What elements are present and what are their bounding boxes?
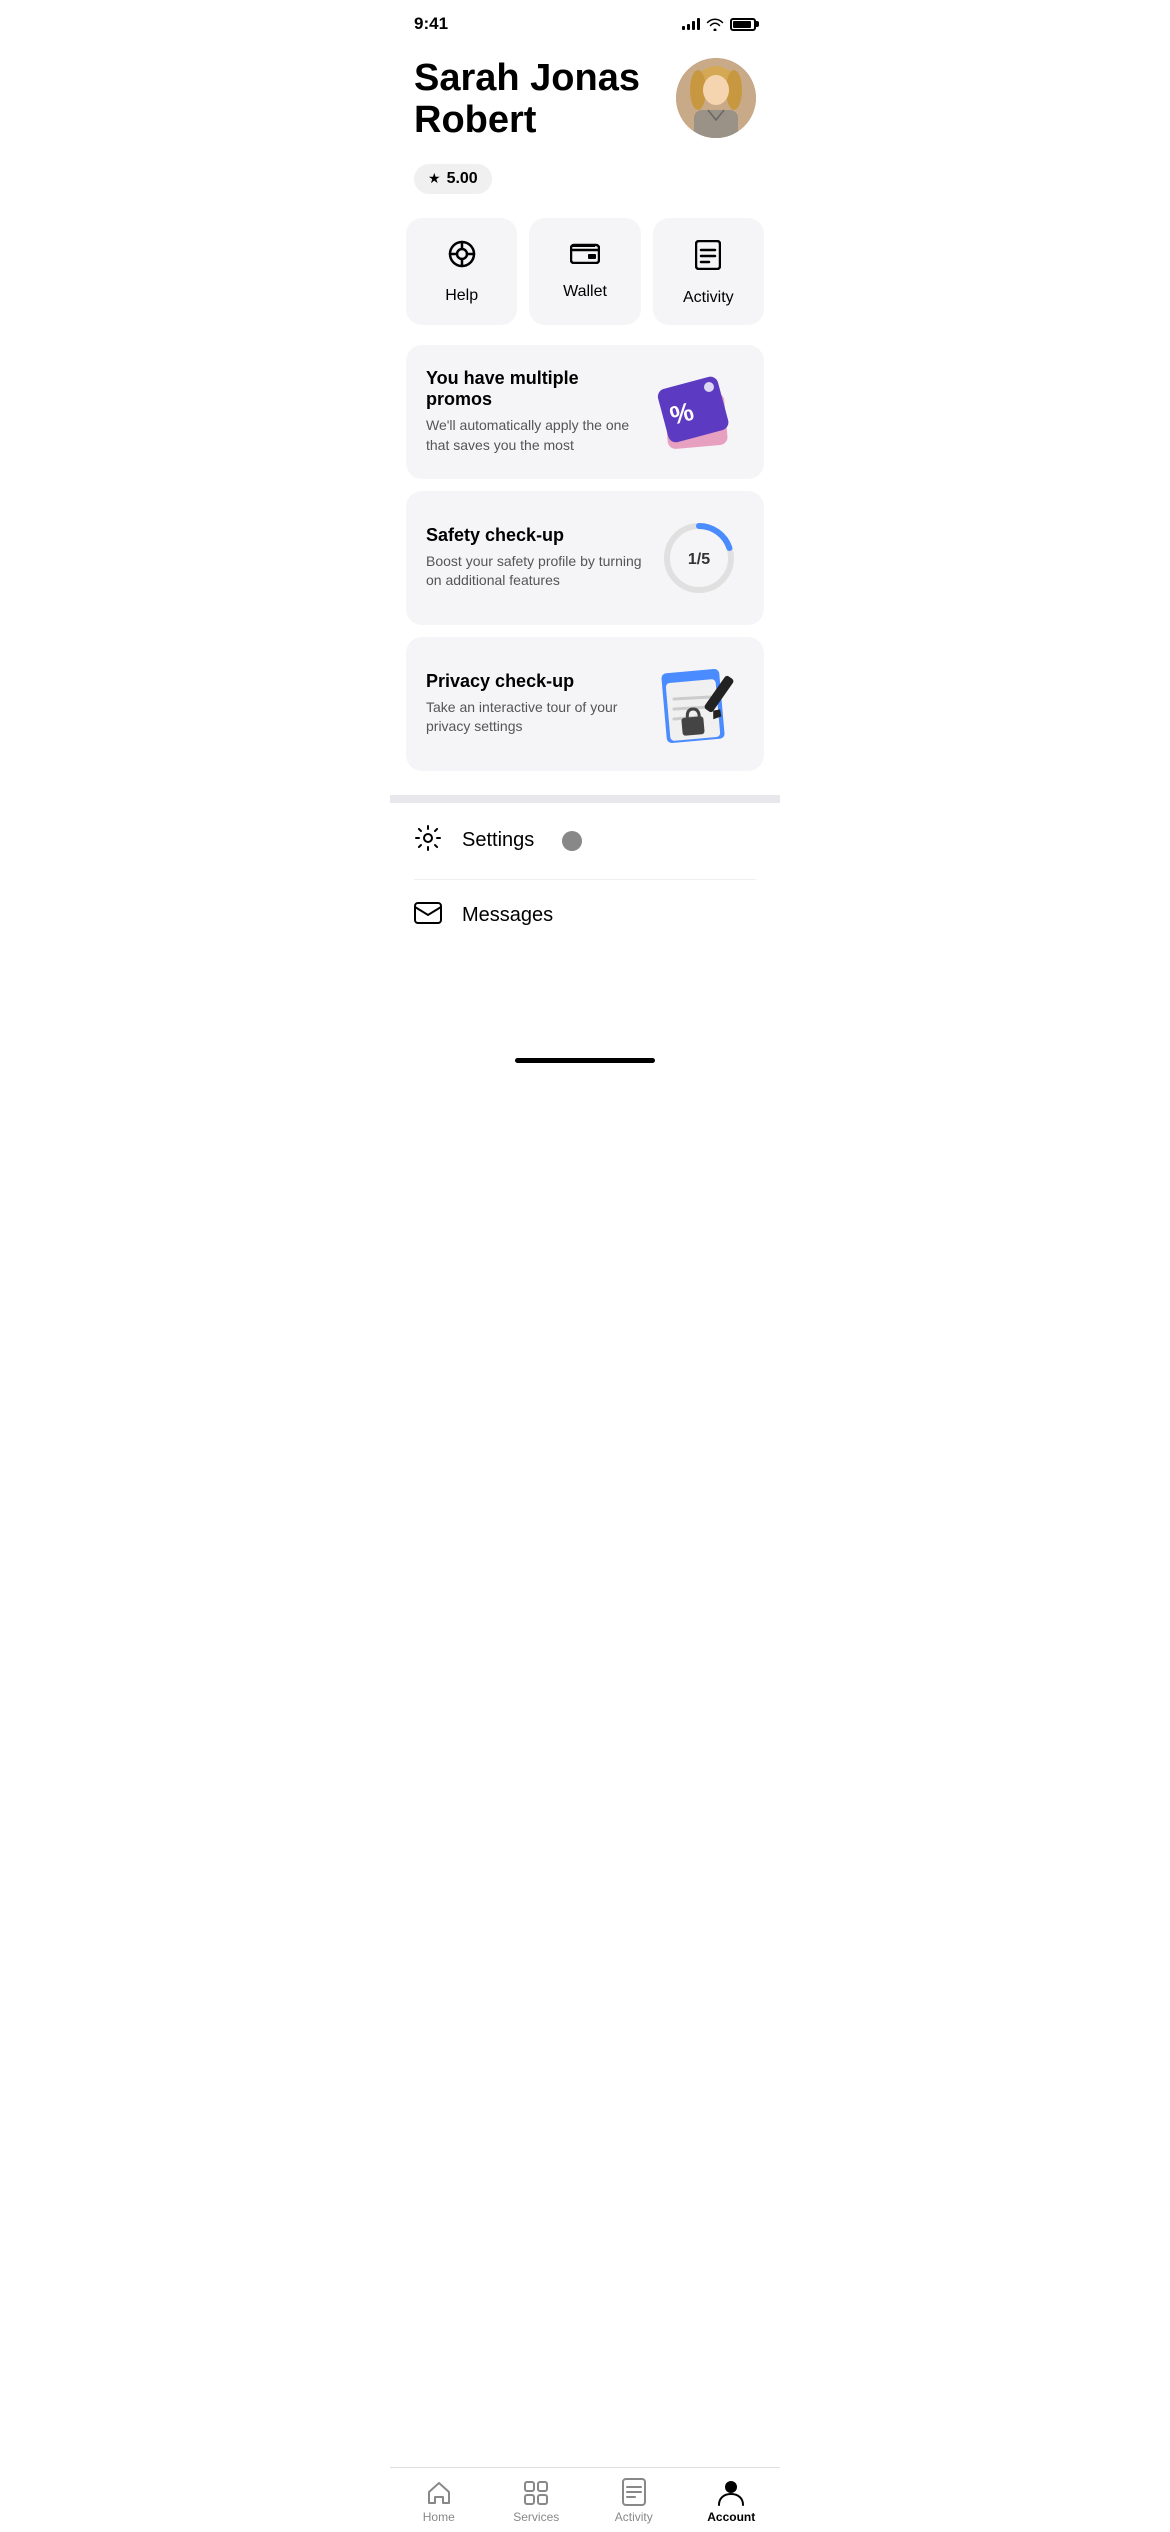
settings-menu-item[interactable]: Settings: [414, 803, 756, 880]
wallet-icon: [570, 240, 600, 271]
settings-badge: [562, 831, 582, 851]
home-icon: [426, 2480, 452, 2506]
quick-actions-grid: Help Wallet Activity: [390, 218, 780, 345]
nav-services[interactable]: Services: [501, 2480, 571, 2524]
safety-illustration: 1/5: [654, 513, 744, 603]
help-label: Help: [445, 287, 478, 305]
privacy-card[interactable]: Privacy check-up Take an interactive tou…: [406, 637, 764, 771]
nav-activity-label: Activity: [615, 2510, 653, 2524]
promos-card-subtitle: We'll automatically apply the one that s…: [426, 416, 642, 455]
rating-star-icon: ★: [428, 170, 441, 187]
battery-icon: [730, 18, 756, 31]
rating-badge: ★ 5.00: [414, 164, 492, 194]
messages-label: Messages: [462, 904, 553, 927]
help-icon: [448, 240, 476, 275]
status-icons: [682, 17, 756, 31]
profile-name: Sarah Jonas Robert: [414, 58, 674, 142]
safety-card-subtitle: Boost your safety profile by turning on …: [426, 552, 642, 591]
bottom-nav: Home Services Activity Account: [390, 2467, 780, 2532]
status-bar: 9:41: [390, 0, 780, 42]
avatar-image: [676, 58, 756, 138]
grid-icon: [523, 2480, 549, 2506]
privacy-illustration: [654, 659, 744, 749]
status-time: 9:41: [414, 14, 448, 34]
safety-card-title: Safety check-up: [426, 525, 642, 546]
menu-section: Settings Messages: [390, 803, 780, 952]
person-icon: [718, 2478, 744, 2506]
settings-label: Settings: [462, 829, 534, 852]
safety-card[interactable]: Safety check-up Boost your safety profil…: [406, 491, 764, 625]
safety-card-text: Safety check-up Boost your safety profil…: [426, 525, 642, 591]
promos-card-title: You have multiple promos: [426, 368, 642, 410]
wallet-button[interactable]: Wallet: [529, 218, 640, 325]
nav-account[interactable]: Account: [696, 2478, 766, 2524]
avatar: [676, 58, 756, 138]
nav-activity[interactable]: Activity: [599, 2478, 669, 2524]
activity-label: Activity: [683, 289, 734, 307]
promos-illustration: %: [654, 367, 744, 457]
activity-button[interactable]: Activity: [653, 218, 764, 325]
privacy-card-subtitle: Take an interactive tour of your privacy…: [426, 698, 642, 737]
nav-home-label: Home: [423, 2510, 455, 2524]
nav-account-label: Account: [707, 2510, 755, 2524]
nav-home[interactable]: Home: [404, 2480, 474, 2524]
help-button[interactable]: Help: [406, 218, 517, 325]
nav-services-label: Services: [513, 2510, 559, 2524]
promos-card[interactable]: You have multiple promos We'll automatic…: [406, 345, 764, 479]
profile-section: Sarah Jonas Robert: [390, 42, 780, 150]
section-divider: [390, 795, 780, 803]
wallet-label: Wallet: [563, 283, 607, 301]
privacy-card-title: Privacy check-up: [426, 671, 642, 692]
promos-card-text: You have multiple promos We'll automatic…: [426, 368, 642, 455]
mail-icon: [414, 902, 442, 930]
rating-value: 5.00: [447, 170, 478, 188]
privacy-card-text: Privacy check-up Take an interactive tou…: [426, 671, 642, 737]
activity-icon: [695, 240, 721, 277]
wifi-icon: [706, 17, 724, 31]
messages-menu-item[interactable]: Messages: [414, 880, 756, 952]
cards-section: You have multiple promos We'll automatic…: [390, 345, 780, 771]
receipt-icon: [622, 2478, 646, 2506]
gear-icon: [414, 825, 442, 857]
signal-icon: [682, 18, 700, 30]
svg-text:1/5: 1/5: [688, 551, 710, 568]
home-indicator: [515, 1058, 655, 1063]
